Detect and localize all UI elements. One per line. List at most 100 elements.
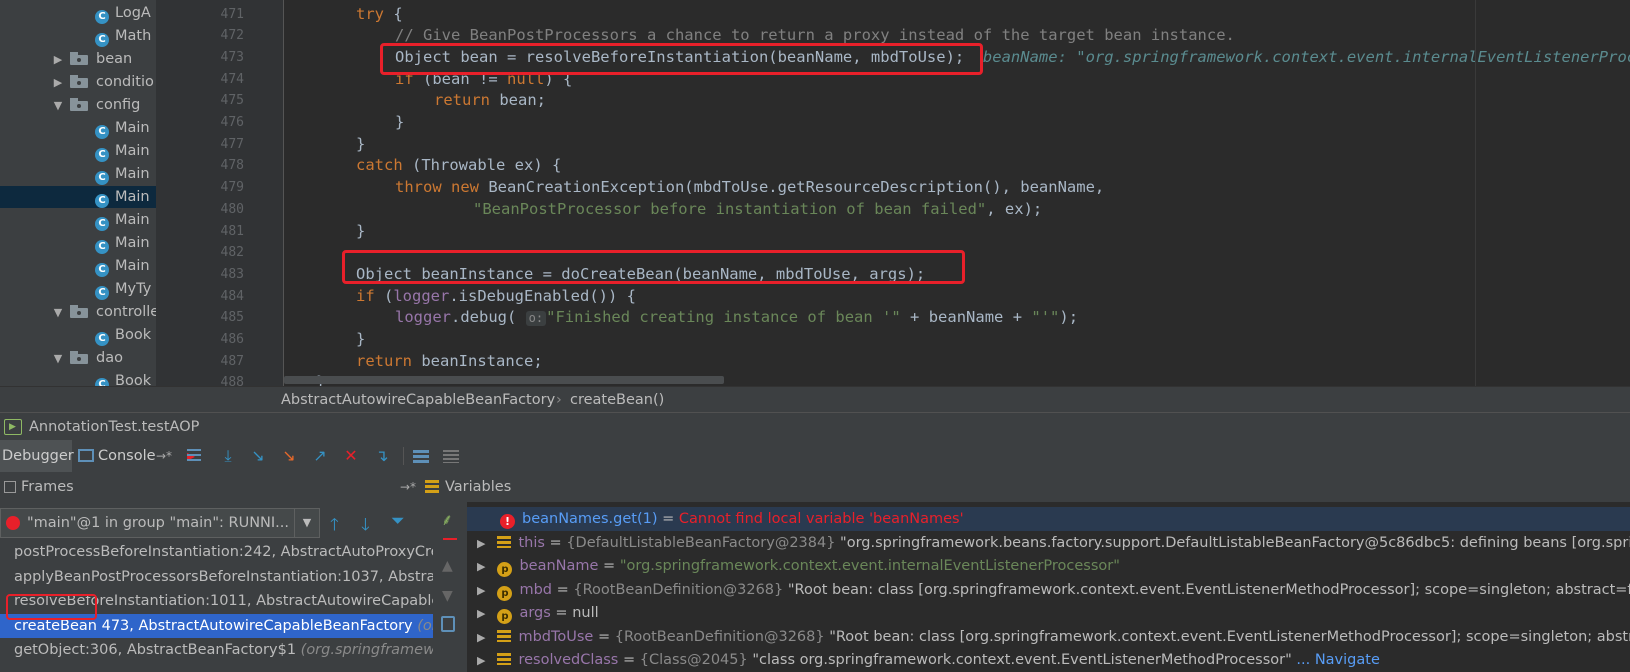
code-line[interactable]: logger.debug( o: "Finished creating insta… — [395, 307, 1078, 329]
line-number: 476 — [220, 115, 244, 130]
move-watch-up-icon[interactable]: ▲ — [442, 558, 453, 574]
step-out-icon[interactable]: ↗ — [310, 447, 330, 465]
variable-value: null — [572, 605, 599, 621]
editor-horizontal-scrollbar[interactable] — [284, 376, 724, 384]
chevron-right-icon[interactable]: ▶ — [477, 607, 485, 620]
variables-panel-icon — [425, 480, 439, 494]
tree-item-label: Math — [115, 28, 152, 44]
code-line[interactable]: try { — [356, 4, 403, 26]
tree-item[interactable]: ▼ dao — [54, 347, 123, 369]
line-number: 480 — [220, 201, 244, 217]
drop-frame-icon[interactable]: ✕ — [341, 447, 361, 465]
chevron-right-icon[interactable]: ▶ — [477, 584, 485, 597]
filter-icon[interactable]: ⏷ — [391, 511, 405, 531]
code-line[interactable]: return bean; — [434, 90, 546, 112]
variable-row[interactable]: ! beanNames.get(1) = Cannot find local va… — [467, 507, 1630, 531]
code-line[interactable]: catch (Throwable ex) { — [356, 155, 561, 177]
chevron-right-icon[interactable]: ▶ — [477, 537, 485, 550]
variable-row[interactable]: ▶ p beanName = "org.springframework.contex… — [467, 554, 1630, 578]
tree-item[interactable]: ▶ bean — [54, 48, 132, 70]
class-icon: C — [95, 171, 109, 185]
tree-item[interactable]: ▼ controlle — [54, 301, 156, 323]
tree-item[interactable]: C Main — [95, 140, 150, 162]
tree-item[interactable]: C Main — [95, 117, 150, 139]
move-watch-down-icon[interactable]: ▼ — [442, 588, 453, 604]
console-pin-icon[interactable]: →* — [156, 440, 172, 472]
chevron-right-icon[interactable]: ▶ — [477, 654, 485, 667]
tab-debugger[interactable]: Debugger — [0, 440, 74, 472]
tree-item[interactable]: C Main — [95, 163, 150, 185]
folder-icon — [70, 52, 90, 65]
tree-item[interactable]: ▶ conditio — [54, 71, 154, 93]
variable-type: {RootBeanDefinition@3268} — [614, 628, 825, 645]
copy-watch-icon[interactable] — [441, 616, 455, 632]
variable-row[interactable]: ▶ p args = null — [467, 601, 1630, 625]
class-icon: C — [95, 263, 109, 277]
tree-item[interactable]: C LogA — [95, 2, 151, 24]
class-icon: C — [95, 194, 109, 208]
evaluate-expression-icon[interactable] — [413, 450, 429, 463]
show-execution-point-lines-icon — [187, 449, 201, 451]
tree-item[interactable]: C Main — [95, 232, 150, 254]
tree-item[interactable]: ▼ config — [54, 94, 141, 116]
code-line[interactable]: } — [356, 329, 365, 351]
tree-item[interactable]: C MyTy — [95, 278, 151, 300]
step-into-icon[interactable]: ↘ — [248, 447, 268, 465]
code-line[interactable]: "BeanPostProcessor before instantiation … — [473, 199, 1042, 221]
line-number: 487 — [220, 353, 244, 369]
code-token: beanInstance; — [412, 351, 543, 370]
debug-session-tab[interactable]: AnnotationTest.testAOP — [29, 413, 199, 441]
chevron-down-icon[interactable]: ▼ — [50, 95, 66, 117]
chevron-right-icon[interactable]: ▶ — [50, 72, 66, 94]
code-line[interactable]: return beanInstance; — [356, 351, 543, 373]
variable-row[interactable]: ▶ mbdToUse = {RootBeanDefinition@3268} "R… — [467, 625, 1630, 649]
tab-console[interactable]: Console — [98, 440, 156, 472]
force-step-into-icon[interactable]: ↘ — [279, 447, 299, 465]
frames-pin-icon[interactable]: →* — [400, 472, 416, 502]
tree-item-label: Main — [115, 143, 150, 159]
tree-item[interactable]: C Main — [95, 209, 150, 231]
chevron-right-icon[interactable]: ▶ — [477, 631, 485, 644]
code-line[interactable]: throw new BeanCreationException(mbdToUse… — [395, 177, 1104, 199]
frame-row[interactable]: postProcessBeforeInstantiation:242, Abst… — [0, 540, 433, 564]
breadcrumb-class[interactable]: AbstractAutowireCapableBeanFactory — [281, 387, 555, 413]
code-line[interactable]: } — [356, 134, 365, 156]
variable-name: mbd — [519, 581, 553, 598]
variable-name: args — [519, 605, 551, 621]
code-token: "Finished creating instance of bean '" — [546, 308, 901, 327]
code-line[interactable]: } — [395, 112, 404, 134]
code-line[interactable]: if (logger.isDebugEnabled()) { — [356, 286, 636, 308]
variable-row[interactable]: ▶ resolvedClass = {Class@2045} "class org… — [467, 648, 1630, 672]
tree-item[interactable]: C Book — [95, 324, 151, 346]
variable-row[interactable]: ▶ this = {DefaultListableBeanFactory@2384… — [467, 531, 1630, 555]
trace-icon[interactable] — [443, 450, 459, 463]
code-line[interactable]: } — [356, 221, 365, 243]
navigate-link[interactable]: ... Navigate — [1292, 652, 1380, 668]
class-icon: C — [95, 10, 109, 24]
debug-session-bar: ▶ AnnotationTest.testAOP — [0, 412, 1630, 442]
previous-frame-icon[interactable]: 🡑 — [330, 512, 339, 541]
frames-panel-icon — [4, 481, 16, 493]
variable-row[interactable]: ▶ p mbd = {RootBeanDefinition@3268} "Root … — [467, 578, 1630, 602]
remove-watch-icon[interactable] — [443, 538, 457, 540]
code-token: "'" — [1031, 308, 1060, 327]
chevron-right-icon[interactable]: ▶ — [477, 560, 485, 573]
new-watch-icon[interactable]: ⸙ — [441, 508, 453, 530]
line-number: 479 — [220, 180, 244, 196]
tree-item[interactable]: C Main — [0, 186, 156, 208]
chevron-down-icon[interactable]: ▼ — [50, 302, 66, 324]
step-over-icon[interactable]: ⤓ — [218, 447, 238, 465]
frame-row[interactable]: applyBeanPostProcessorsBeforeInstantiati… — [0, 565, 433, 589]
code-token: "BeanPostProcessor before instantiation … — [473, 199, 987, 218]
tree-item[interactable]: C Main — [95, 255, 150, 277]
chevron-right-icon[interactable]: ▶ — [50, 49, 66, 71]
thread-selector[interactable]: "main"@1 in group "main": RUNNI... ▼ — [0, 508, 320, 538]
chevron-down-icon[interactable]: ▼ — [294, 509, 319, 537]
breadcrumb-method[interactable]: createBean() — [570, 387, 664, 413]
tree-item[interactable]: C Math — [95, 25, 151, 47]
chevron-down-icon[interactable]: ▼ — [50, 348, 66, 370]
run-to-cursor-icon[interactable]: ↴ — [372, 447, 392, 465]
next-frame-icon[interactable]: 🡓 — [361, 512, 370, 541]
frame-row[interactable]: getObject:306, AbstractBeanFactory$1 (or… — [0, 638, 433, 662]
highlight-box-docreate — [342, 250, 965, 284]
